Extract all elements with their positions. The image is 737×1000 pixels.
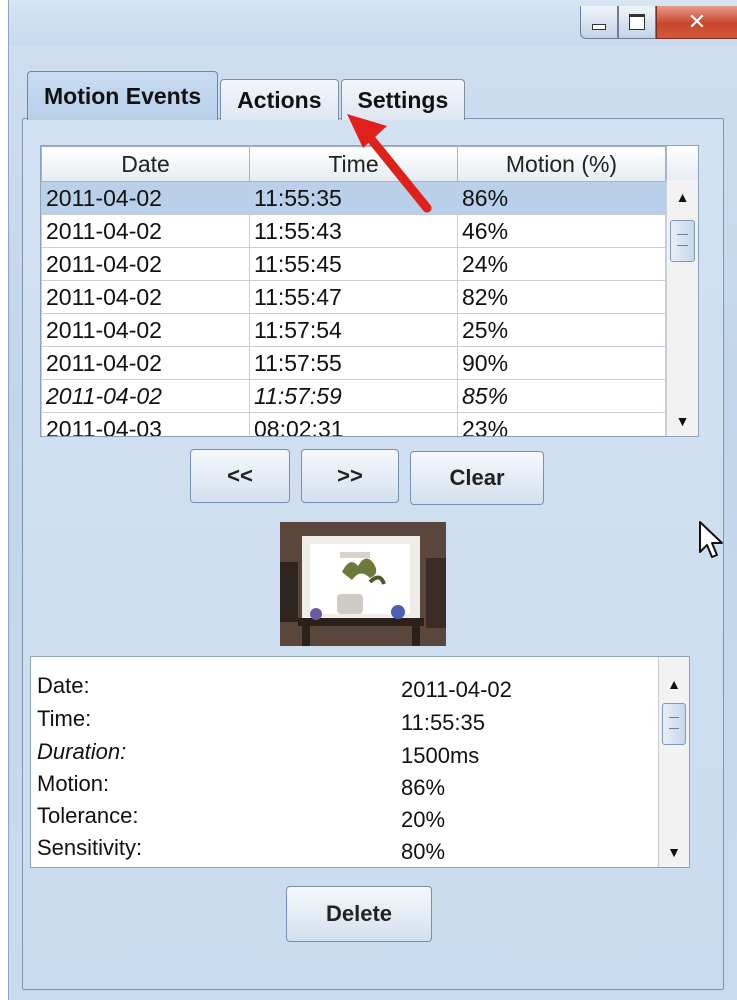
mouse-cursor-icon	[699, 521, 723, 558]
cell-date: 2011-04-02	[41, 313, 250, 347]
event-snapshot-image	[280, 522, 446, 646]
table-row[interactable]: 2011-04-02 11:57:59 85%	[41, 379, 666, 413]
detail-label: Duration:	[37, 739, 127, 764]
close-icon: ✕	[687, 9, 707, 35]
scrollbar-thumb[interactable]	[670, 220, 695, 262]
prev-button[interactable]: <<	[190, 449, 290, 503]
cell-date: 2011-04-02	[41, 280, 250, 314]
table-row[interactable]: 2011-04-03 08:02:31 23%	[41, 412, 666, 436]
detail-value: 80%	[401, 839, 446, 864]
cell-date: 2011-04-03	[41, 412, 250, 436]
clear-button[interactable]: Clear	[410, 451, 544, 505]
detail-value: 11:55:35	[401, 710, 486, 735]
table-header-corner	[666, 146, 698, 181]
detail-label: Time:	[37, 706, 92, 731]
cell-date: 2011-04-02	[41, 247, 250, 281]
table-scrollbar[interactable]: ▲ ▼	[666, 180, 698, 436]
cell-motion: 23%	[457, 412, 666, 436]
cell-time: 11:57:54	[249, 313, 458, 347]
cell-date: 2011-04-02	[41, 214, 250, 248]
cell-date: 2011-04-02	[41, 181, 250, 215]
cell-motion: 86%	[457, 181, 666, 215]
detail-label: Tolerance:	[37, 803, 139, 828]
next-button[interactable]: >>	[301, 449, 399, 503]
close-button[interactable]: ✕	[656, 6, 737, 39]
cell-time: 11:57:59	[249, 379, 458, 413]
details-scrollbar[interactable]: ▲ ▼	[658, 657, 689, 867]
column-header-date[interactable]: Date	[41, 146, 250, 182]
scroll-down-icon[interactable]: ▼	[659, 839, 689, 865]
cell-motion: 85%	[457, 379, 666, 413]
detail-value: 1500ms	[401, 743, 480, 768]
annotation-arrow-icon	[347, 114, 432, 213]
cell-motion: 46%	[457, 214, 666, 248]
cell-time: 08:02:31	[249, 412, 458, 436]
cell-time: 11:55:45	[249, 247, 458, 281]
minimize-icon	[592, 24, 606, 30]
scroll-down-icon[interactable]: ▼	[667, 408, 698, 434]
cell-time: 11:55:47	[249, 280, 458, 314]
detail-value: 2011-04-02	[401, 677, 512, 702]
table-row[interactable]: 2011-04-02 11:55:45 24%	[41, 247, 666, 281]
detail-value: 20%	[401, 807, 446, 832]
minimize-button[interactable]	[580, 6, 618, 39]
cell-time: 11:57:55	[249, 346, 458, 380]
column-header-motion[interactable]: Motion (%)	[457, 146, 666, 182]
cell-motion: 25%	[457, 313, 666, 347]
scroll-up-icon[interactable]: ▲	[667, 184, 698, 210]
delete-button[interactable]: Delete	[286, 886, 432, 942]
tab-actions[interactable]: Actions	[220, 79, 339, 120]
cell-date: 2011-04-02	[41, 346, 250, 380]
detail-label: Motion:	[37, 771, 110, 796]
cell-date: 2011-04-02	[41, 379, 250, 413]
restore-button[interactable]	[618, 6, 656, 39]
scrollbar-thumb[interactable]	[662, 703, 686, 745]
restore-icon	[629, 14, 645, 30]
tab-motion-events[interactable]: Motion Events	[27, 71, 219, 120]
table-row[interactable]: 2011-04-02 11:57:54 25%	[41, 313, 666, 347]
detail-value: 86%	[401, 775, 446, 800]
cell-motion: 82%	[457, 280, 666, 314]
caption-buttons: ✕	[580, 6, 737, 40]
event-details-panel: Date: 2011-04-02 Time: 11:55:35 Duration…	[30, 656, 690, 868]
cell-motion: 24%	[457, 247, 666, 281]
cell-motion: 90%	[457, 346, 666, 380]
detail-label: Sensitivity:	[37, 835, 143, 860]
snapshot-scene	[280, 522, 446, 646]
table-row[interactable]: 2011-04-02 11:55:47 82%	[41, 280, 666, 314]
detail-label: Date:	[37, 673, 90, 698]
table-row[interactable]: 2011-04-02 11:57:55 90%	[41, 346, 666, 380]
scroll-up-icon[interactable]: ▲	[659, 671, 689, 697]
